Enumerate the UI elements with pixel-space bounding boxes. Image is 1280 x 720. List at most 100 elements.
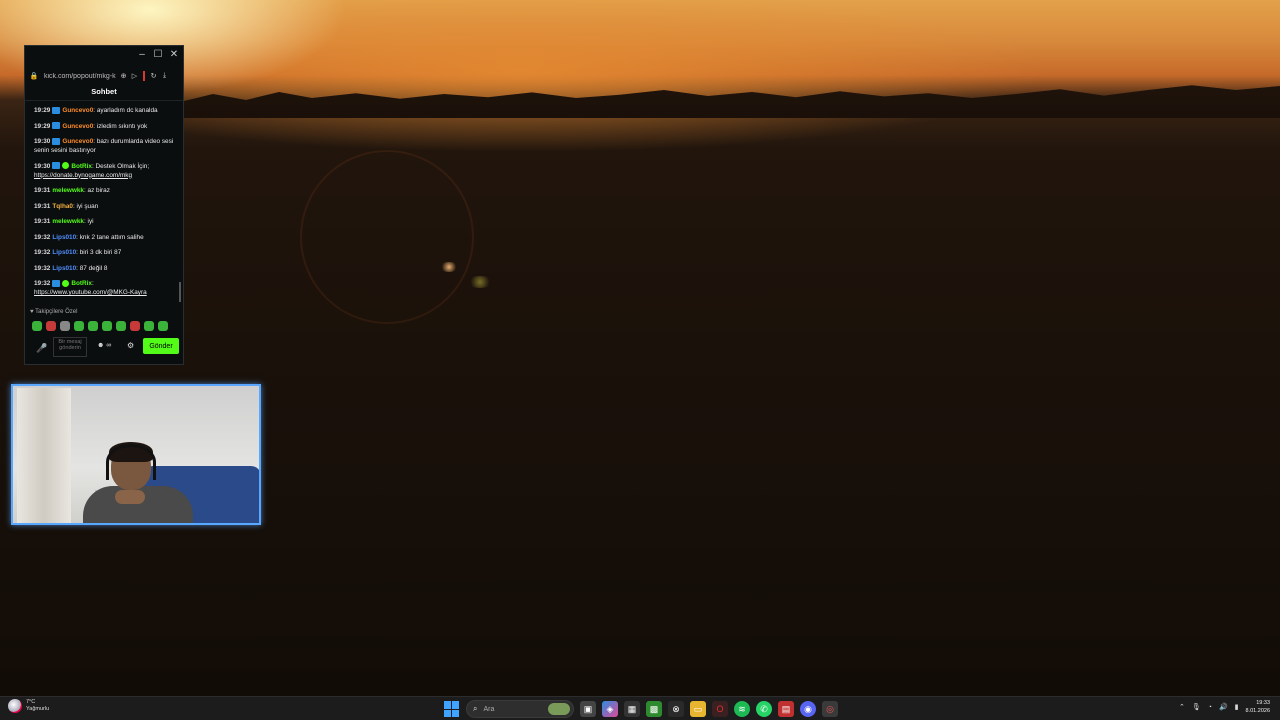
close-icon[interactable]: ✕ xyxy=(167,48,181,62)
emote-icon[interactable] xyxy=(130,321,140,331)
emote-icon[interactable] xyxy=(116,321,126,331)
copilot-icon[interactable]: ◈ xyxy=(602,701,618,717)
lock-icon: 🔒 xyxy=(29,73,39,80)
emote-icon[interactable] xyxy=(46,321,56,331)
message-text: : iyi şuan xyxy=(72,202,99,210)
emote-icon[interactable] xyxy=(60,321,70,331)
recorder-icon[interactable]: ◎ xyxy=(822,701,838,717)
weather-icon xyxy=(8,699,22,713)
message-text: : biri 3 dk biri 87 xyxy=(76,249,122,256)
wallpaper-treeline xyxy=(180,85,1280,118)
subscriber-badge-icon xyxy=(52,162,61,170)
file-explorer-icon[interactable]: ▭ xyxy=(690,701,706,717)
play-icon[interactable]: ▷ xyxy=(129,72,140,80)
install-app-icon[interactable]: ⊕ xyxy=(118,72,129,80)
emote-icon[interactable] xyxy=(144,321,154,331)
taskbar: 7°C Yağmurlu ⌕ Ara ▣ ◈ ▦ ▩ ⊗ ▭ O ≋ ✆ ▤ ◉… xyxy=(0,696,1280,720)
emote-icon[interactable] xyxy=(102,321,112,331)
subscriber-badge-icon xyxy=(52,106,61,114)
search-placeholder: Ara xyxy=(483,705,495,713)
message-text: : ayarladım dc kanalda xyxy=(93,107,158,114)
task-view-icon[interactable]: ▣ xyxy=(580,701,596,717)
download-icon[interactable]: ⤓ xyxy=(159,72,170,80)
message-username[interactable]: Guncevo0 xyxy=(62,123,93,130)
address-bar-divider xyxy=(143,71,145,81)
wifi-icon[interactable]: ◔ xyxy=(1208,704,1212,711)
chat-scrollbar[interactable] xyxy=(179,282,181,302)
chat-popout-window[interactable]: – ☐ ✕ 🔒 kick.com/popout/mkg-k ⊕ ▷ ↻ ⤓ So… xyxy=(24,45,184,365)
chat-message-input[interactable] xyxy=(53,337,87,357)
message-username[interactable]: Guncevo0 xyxy=(62,107,93,114)
chevron-up-icon[interactable]: ⌃ xyxy=(1179,703,1185,711)
message-username[interactable]: melewwkk xyxy=(52,187,84,194)
battery-icon[interactable]: ▮ xyxy=(1235,703,1239,711)
emote-icon[interactable] xyxy=(74,321,84,331)
volume-icon[interactable]: 🔊 xyxy=(1219,703,1228,711)
taskbar-search[interactable]: ⌕ Ara xyxy=(466,700,574,718)
message-username[interactable]: melewwkk xyxy=(52,218,84,225)
emote-icon[interactable] xyxy=(32,321,42,331)
whatsapp-icon[interactable]: ✆ xyxy=(756,701,772,717)
spotify-icon[interactable]: ≋ xyxy=(734,701,750,717)
opera-icon[interactable]: O xyxy=(712,701,728,717)
message-time: 19:29 xyxy=(34,107,51,114)
chat-message: 19:32 Lips010: knk 2 tane attım salihe xyxy=(34,233,176,242)
clock[interactable]: 19:33 8.01.2026 xyxy=(1246,699,1270,715)
gear-icon[interactable]: ⚙ xyxy=(127,341,134,350)
message-link[interactable]: https://donate.bynogame.com/mkg xyxy=(34,172,132,179)
address-bar[interactable]: 🔒 kick.com/popout/mkg-k ⊕ ▷ ↻ ⤓ xyxy=(25,68,183,84)
message-time: 19:31 xyxy=(34,202,51,210)
headphones-icon xyxy=(106,444,156,480)
address-url[interactable]: kick.com/popout/mkg-k xyxy=(44,73,118,80)
message-link[interactable]: https://www.youtube.com/@MKG-Kayra xyxy=(34,289,147,296)
subscriber-badge-icon xyxy=(52,279,61,287)
search-icon: ⌕ xyxy=(473,704,478,713)
start-button[interactable] xyxy=(444,701,460,717)
message-username[interactable]: BotRix xyxy=(71,280,92,287)
followers-only-label: ♥ Takipçilere Özel xyxy=(30,309,78,315)
send-button[interactable]: Gönder xyxy=(143,338,179,354)
store-icon[interactable]: ▦ xyxy=(624,701,640,717)
weather-widget[interactable]: 7°C Yağmurlu xyxy=(8,699,49,713)
chat-message: 19:31 melewwkk: az biraz xyxy=(34,186,176,195)
chat-message: 19:31 melewwkk: iyi xyxy=(34,217,176,226)
chat-message: 19:32 BotRix: https://www.youtube.com/@MK… xyxy=(34,279,176,297)
maximize-icon[interactable]: ☐ xyxy=(151,48,165,62)
message-username[interactable]: Guncevo0 xyxy=(62,138,93,145)
clock-date: 8.01.2026 xyxy=(1245,708,1270,714)
minimize-icon[interactable]: – xyxy=(135,48,149,62)
weather-description: Yağmurlu xyxy=(26,706,50,712)
microphone-tray-icon[interactable]: 🎙 xyxy=(1192,703,1201,711)
minecraft-icon[interactable]: ▩ xyxy=(646,701,662,717)
microphone-icon[interactable]: 🎤 xyxy=(31,339,53,357)
message-username[interactable]: Tqlha0 xyxy=(52,203,73,210)
calendar-app-icon[interactable]: ▤ xyxy=(778,701,794,717)
chat-message: 19:29 Guncevo0: izledim sıkıntı yok xyxy=(34,122,176,131)
chat-message: 19:30 Guncevo0: bazı durumlarda video ses… xyxy=(34,137,176,155)
taskbar-apps: ⌕ Ara ▣ ◈ ▦ ▩ ⊗ ▭ O ≋ ✆ ▤ ◉ ◎ xyxy=(444,699,838,719)
lens-flare-secondary xyxy=(468,276,492,288)
chat-message: 19:30 BotRix: Destek Olmak İçin; https://… xyxy=(34,162,176,180)
discord-icon[interactable]: ◉ xyxy=(800,701,816,717)
emoji-picker-icon[interactable]: ☻ ∞ xyxy=(97,342,111,349)
chat-message: 19:32 Lips010: biri 3 dk biri 87 xyxy=(34,248,176,257)
message-username[interactable]: Lips010 xyxy=(52,234,76,241)
chat-message-list[interactable]: 19:29 Guncevo0: ayarladım dc kanalda 19:29… xyxy=(34,106,176,304)
emote-bar xyxy=(32,321,168,331)
refresh-icon[interactable]: ↻ xyxy=(148,72,159,80)
message-text: : 87 değil 8 xyxy=(76,264,108,272)
emote-icon[interactable] xyxy=(88,321,98,331)
chat-message: 19:32 Lips010: 87 değil 8 xyxy=(34,264,176,273)
message-username[interactable]: Lips010 xyxy=(52,265,76,272)
search-highlight-icon xyxy=(548,703,570,715)
chat-input-row: 🎤 ☻ ∞ ⚙ Gönder xyxy=(29,337,181,357)
message-username[interactable]: BotRix xyxy=(71,163,92,170)
message-text: : Destek Olmak İçin; xyxy=(91,162,150,170)
message-time: 19:31 xyxy=(34,218,51,225)
message-time: 19:30 xyxy=(34,162,51,170)
xbox-icon[interactable]: ⊗ xyxy=(668,701,684,717)
system-tray: ⌃ 🎙 ◔ 🔊 ▮ 19:33 8.01.2026 xyxy=(1179,699,1270,715)
message-username[interactable]: Lips010 xyxy=(52,249,76,256)
emote-icon[interactable] xyxy=(158,321,168,331)
lens-flare xyxy=(440,262,458,272)
